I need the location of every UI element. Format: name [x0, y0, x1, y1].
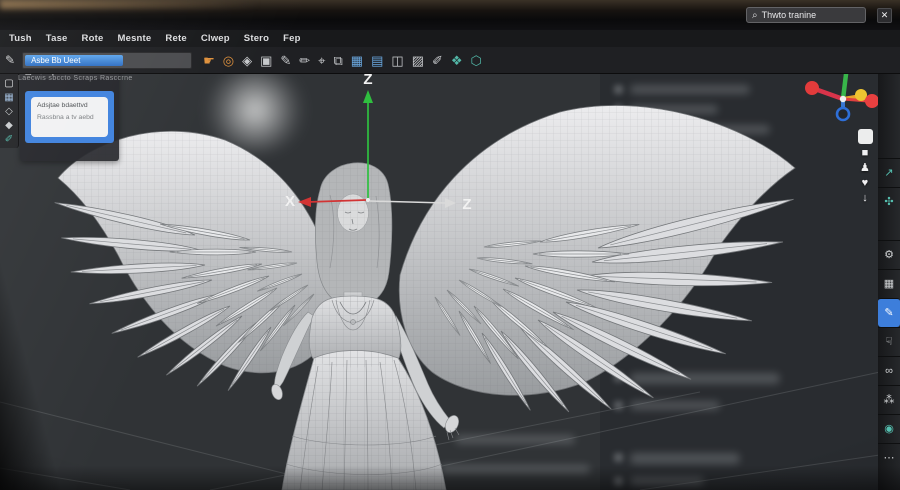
orbit-icon[interactable]: ◎: [223, 54, 234, 67]
menu-item-5[interactable]: Clwep: [201, 33, 230, 44]
favorite-icon[interactable]: ♥: [862, 178, 869, 189]
group-icon[interactable]: ❖: [451, 54, 463, 67]
search-input[interactable]: ⌕ Thwto tranine: [746, 7, 866, 23]
pen-tool-icon[interactable]: ✎: [878, 298, 900, 327]
viewport-side-rail: ■ ♟ ♥ ↓: [860, 148, 870, 204]
draw-tool-icon[interactable]: ✐: [5, 135, 13, 145]
status-text: Laecwis sbccto Scraps Rasccrne: [18, 75, 133, 82]
sphere-axes-icon[interactable]: ⬡: [471, 54, 482, 67]
menu-item-1[interactable]: Tase: [46, 33, 68, 44]
grid-icon[interactable]: ▤: [371, 54, 383, 67]
nav-ball-x[interactable]: [805, 81, 819, 95]
menu-item-3[interactable]: Mesnte: [117, 33, 151, 44]
magnifier-icon: ⌕: [752, 9, 758, 21]
brush-icon[interactable]: ✐: [432, 54, 443, 67]
left-tool-rail: ✎ ▢ ▦ ◇ ◆ ✐: [0, 62, 19, 148]
grid-squares-icon[interactable]: ▦: [878, 269, 900, 298]
frame-icon[interactable]: ▣: [260, 54, 272, 67]
rotate-tool-icon[interactable]: ◆: [5, 121, 13, 131]
lock-icon[interactable]: ◈: [242, 54, 252, 67]
view-snapshot-button[interactable]: [858, 129, 873, 144]
close-button[interactable]: ✕: [877, 8, 892, 23]
popup-option-1[interactable]: Rassbna a tv aebd: [37, 114, 102, 121]
menu-item-4[interactable]: Rete: [165, 33, 186, 44]
image-icon[interactable]: ▨: [412, 54, 424, 67]
hand-tool-icon[interactable]: ☟: [878, 327, 900, 356]
app-window: Z X Z ⌕ Thwto tranine ✕ Tush Tase Rote M…: [0, 0, 900, 490]
download-icon[interactable]: ↓: [862, 193, 868, 204]
globe-icon[interactable]: ◉: [878, 414, 900, 443]
texture-icon[interactable]: ▦: [351, 54, 363, 67]
label-pen-icon[interactable]: ✏: [299, 54, 310, 67]
beads-icon[interactable]: ⁂: [878, 385, 900, 414]
link-icon[interactable]: ∞: [878, 356, 900, 385]
nav-ball-w[interactable]: [855, 89, 867, 101]
user-icon[interactable]: ♟: [860, 163, 870, 174]
background-row-blurred: [455, 435, 575, 444]
search-value: Thwto tranine: [761, 10, 817, 20]
object-dropdown[interactable]: Asbe Bb Ueet: [22, 51, 193, 69]
axis-label-right: Z: [462, 196, 471, 213]
dropdown-popup: Adsjtae bdaettvd Rassbna a tv aebd: [31, 97, 108, 137]
redo-arrow-icon[interactable]: ↗: [878, 158, 900, 187]
move-tool-icon[interactable]: ◇: [5, 107, 13, 117]
grid-tool-icon[interactable]: ▦: [4, 93, 13, 103]
snap-target-icon[interactable]: ⌖: [318, 54, 325, 67]
main-toolbar: ✎ Asbe Bb Ueet ☛ ◎ ◈ ▣ ✎ ✏ ⌖ ⧉ ▦ ▤ ◫ ▨ ✐…: [0, 47, 900, 74]
pen-icon[interactable]: ✎: [5, 53, 15, 67]
settings-icon[interactable]: ⚙: [878, 240, 900, 269]
dropdown-value: Asbe Bb Ueet: [31, 55, 81, 65]
menu-item-0[interactable]: Tush: [9, 33, 32, 44]
menu-item-7[interactable]: Fep: [283, 33, 301, 44]
options-panel-body: Adsjtae bdaettvd Rassbna a tv aebd: [20, 79, 119, 161]
toolbar-icons: ☛ ◎ ◈ ▣ ✎ ✏ ⌖ ⧉ ▦ ▤ ◫ ▨ ✐ ❖ ⬡: [203, 54, 482, 67]
menu-item-2[interactable]: Rote: [82, 33, 104, 44]
more-icon[interactable]: ⋯: [878, 443, 900, 472]
pen-icon[interactable]: ✎: [280, 54, 291, 67]
pan-hand-icon[interactable]: ☛: [203, 54, 215, 67]
monitor-bezel: ⌕ Thwto tranine ✕: [0, 0, 900, 30]
axis-label-left: X: [285, 193, 295, 210]
snapshot-icon[interactable]: ■: [862, 148, 869, 159]
cylinder-icon[interactable]: ◫: [391, 54, 403, 67]
menu-item-6[interactable]: Stero: [244, 33, 269, 44]
popup-option-0[interactable]: Adsjtae bdaettvd: [37, 102, 102, 109]
menubar: Tush Tase Rote Mesnte Rete Clwep Stero F…: [0, 30, 900, 47]
move-axes-icon[interactable]: ✣: [878, 187, 900, 216]
duplicate-icon[interactable]: ⧉: [334, 54, 343, 67]
canvas-icon[interactable]: ▢: [4, 79, 13, 89]
nav-ball-z[interactable]: [835, 106, 851, 122]
nav-ball-x2[interactable]: [865, 94, 879, 108]
background-row-blurred: [440, 465, 590, 474]
